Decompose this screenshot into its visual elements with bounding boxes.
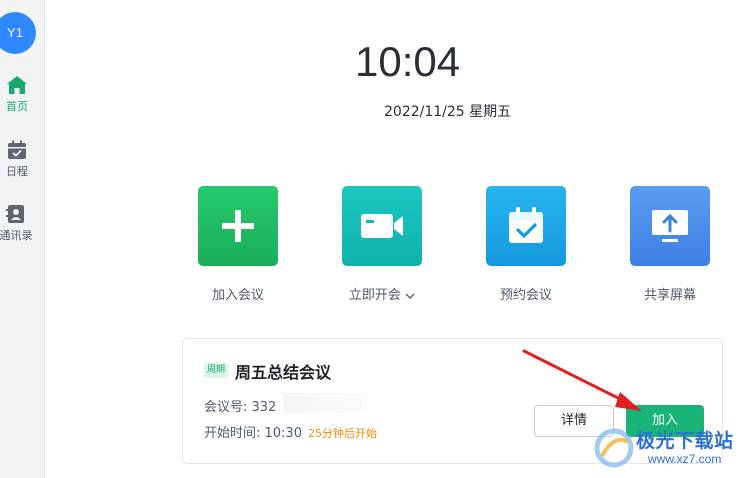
countdown-label: 25分钟后开始: [307, 427, 377, 440]
sidebar: Y1 首页 日程 通讯录: [0, 0, 45, 478]
clock-date: 2022/11/25 星期五: [384, 104, 512, 120]
sidebar-item-home[interactable]: 首页: [0, 74, 34, 114]
share-screen-action[interactable]: 共享屏幕: [630, 186, 710, 303]
start-meeting-action[interactable]: 立即开会: [342, 186, 422, 303]
watermark: 极光下载站 www.xz7.com: [592, 422, 754, 478]
sidebar-item-label: 日程: [6, 165, 28, 178]
video-camera-icon: [361, 214, 403, 238]
schedule-meeting-action[interactable]: 预约会议: [486, 186, 566, 303]
sidebar-item-label: 通讯录: [0, 229, 33, 242]
share-screen-button[interactable]: [630, 186, 710, 266]
avatar[interactable]: Y1: [0, 12, 36, 54]
sidebar-item-calendar[interactable]: 日程: [0, 139, 34, 179]
annotation-arrow-icon: [522, 349, 642, 411]
screen-share-icon: [652, 210, 688, 242]
schedule-meeting-button[interactable]: [486, 186, 566, 266]
recurring-tag: 周期: [204, 363, 229, 378]
meeting-id-redaction: [283, 393, 367, 413]
watermark-logo-icon: [594, 428, 634, 468]
start-time: 开始时间: 10:30 25分钟后开始: [204, 426, 377, 441]
join-meeting-action[interactable]: 加入会议: [198, 186, 278, 303]
clock-time: 10:04: [355, 38, 461, 85]
meeting-title: 周五总结会议: [235, 363, 332, 382]
calendar-check-icon: [509, 207, 543, 243]
chevron-down-icon[interactable]: [405, 292, 415, 300]
sidebar-item-label: 首页: [6, 100, 28, 113]
meeting-id: 会议号: 332: [204, 400, 277, 415]
contacts-icon: [6, 205, 24, 223]
start-meeting-button[interactable]: [342, 186, 422, 266]
sidebar-item-contacts[interactable]: 通讯录: [0, 203, 36, 243]
watermark-text: 极光下载站: [636, 430, 734, 452]
join-meeting-button[interactable]: [198, 186, 278, 266]
join-meeting-label: 加入会议: [211, 288, 264, 303]
schedule-meeting-label: 预约会议: [499, 288, 552, 303]
share-screen-label: 共享屏幕: [643, 288, 696, 303]
watermark-url: www.xz7.com: [648, 452, 722, 466]
start-meeting-label: 立即开会: [342, 284, 422, 303]
home-icon: [7, 76, 27, 94]
calendar-icon: [8, 140, 26, 159]
plus-icon: [222, 210, 254, 242]
